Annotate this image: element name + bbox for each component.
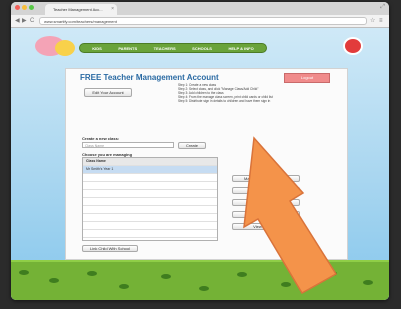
window-controls <box>15 5 34 10</box>
browser-tab[interactable]: Teacher Management Acc... × <box>45 4 117 15</box>
reload-icon[interactable]: C <box>30 15 34 27</box>
maximize-window-icon[interactable] <box>29 5 34 10</box>
tab-title: Teacher Management Acc... <box>53 7 103 12</box>
tab-bar: Teacher Management Acc... × ⤢ <box>11 2 389 15</box>
url-field[interactable]: www.smartify.com/teachers/management <box>39 17 367 25</box>
tab-close-icon[interactable]: × <box>111 4 114 15</box>
fullscreen-icon[interactable]: ⤢ <box>380 4 385 11</box>
address-bar-row: ◀ ▶ C www.smartify.com/teachers/manageme… <box>11 15 389 28</box>
orange-pointer-arrow-icon <box>243 136 338 295</box>
back-icon[interactable]: ◀ <box>15 15 20 27</box>
forward-icon[interactable]: ▶ <box>22 15 27 27</box>
close-window-icon[interactable] <box>15 5 20 10</box>
page-viewport: KIDS PARENTS TEACHERS SCHOOLS HELP & INF… <box>11 28 389 300</box>
browser-window: Teacher Management Acc... × ⤢ ◀ ▶ C www.… <box>11 2 389 300</box>
minimize-window-icon[interactable] <box>22 5 27 10</box>
star-icon[interactable]: ☆ <box>370 15 375 27</box>
menu-icon[interactable]: ≡ <box>379 15 383 27</box>
